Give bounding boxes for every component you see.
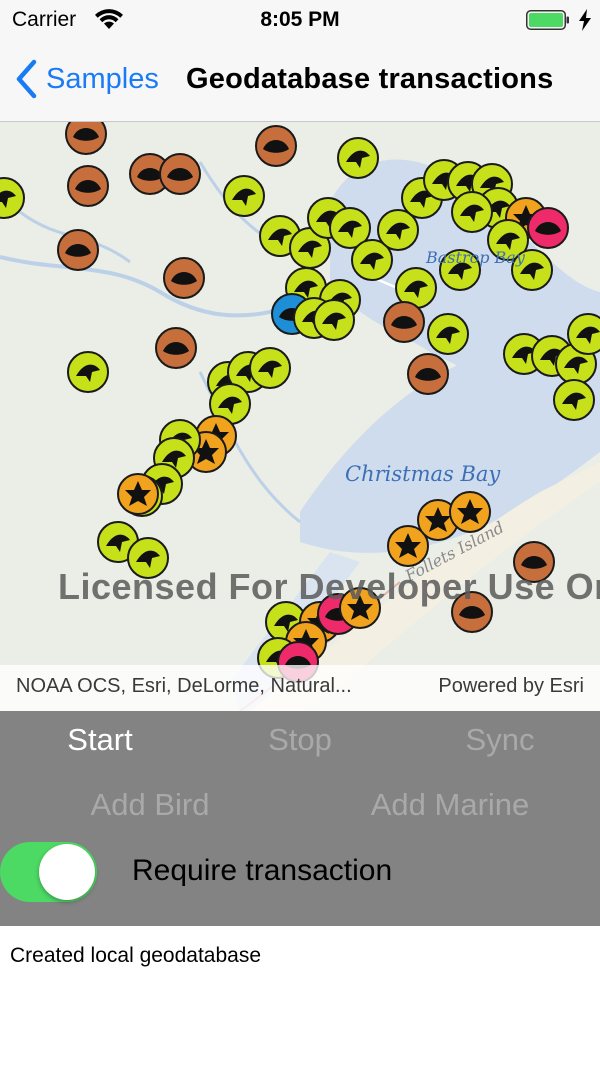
battery-icon — [526, 10, 569, 30]
map-attribution[interactable]: NOAA OCS, Esri, DeLorme, Natural... — [16, 675, 352, 698]
transaction-toolbar: Start Stop Sync Add Bird Add Marine Requ… — [0, 711, 600, 926]
require-transaction-switch[interactable] — [0, 842, 97, 902]
map-view[interactable]: Bastrop Bay Christmas Bay Follets Island… — [0, 122, 600, 711]
powered-by-esri: Powered by Esri — [438, 675, 584, 697]
chevron-left-icon — [16, 59, 37, 99]
status-message: Created local geodatabase — [10, 944, 262, 967]
charging-bolt-icon — [579, 9, 591, 31]
start-button[interactable]: Start — [50, 722, 150, 758]
map-label-bastrop-bay: Bastrop Bay — [426, 248, 525, 267]
add-marine-button[interactable]: Add Marine — [350, 787, 550, 823]
status-bar: Carrier 8:05 PM — [0, 0, 600, 40]
add-bird-button[interactable]: Add Bird — [70, 787, 230, 823]
license-watermark: Licensed For Developer Use Only — [58, 566, 600, 607]
page-title: Geodatabase transactions — [186, 63, 554, 95]
stop-button[interactable]: Stop — [250, 722, 350, 758]
map-canvas — [0, 122, 600, 711]
map-label-christmas-bay: Christmas Bay — [345, 462, 501, 486]
back-button-label: Samples — [46, 62, 159, 95]
clock: 8:05 PM — [260, 8, 340, 31]
sync-button[interactable]: Sync — [450, 722, 550, 758]
switch-knob — [39, 844, 95, 900]
navigation-bar: Samples Geodatabase transactions — [0, 40, 600, 122]
attribution-bar: NOAA OCS, Esri, DeLorme, Natural... Powe… — [0, 665, 600, 711]
status-log: Created local geodatabase — [0, 926, 600, 1067]
back-button[interactable]: Samples — [14, 57, 159, 101]
require-transaction-label: Require transaction — [132, 854, 393, 887]
